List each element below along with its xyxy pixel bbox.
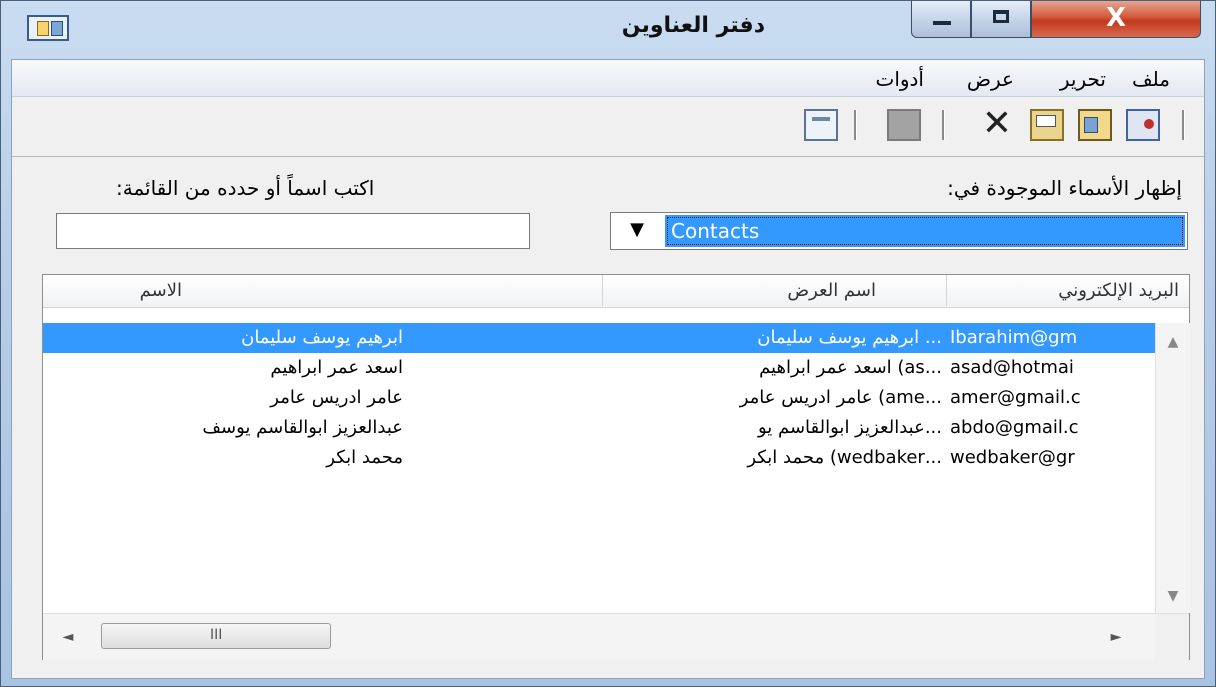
row-email: wedbaker@gr [950,447,1075,468]
address-book-window: دفتر العناوين X ملف تحرير عرض أدوات ✕ اك… [0,0,1216,687]
row-email: amer@gmail.c [950,387,1081,408]
title-bar[interactable]: دفتر العناوين X [1,1,1215,59]
maximize-icon [993,10,1009,23]
close-icon: X [1105,3,1127,33]
toolbar-separator [942,110,945,140]
scroll-left-icon[interactable]: ◄ [53,624,83,650]
client-area: ملف تحرير عرض أدوات ✕ اكتب اسماً أو حدده… [11,59,1205,679]
scroll-thumb[interactable]: III [101,623,331,649]
row-name: اسعد عمر ابراهيم [270,357,403,378]
vertical-scrollbar[interactable]: ▲ ▼ [1155,323,1190,613]
minimize-button[interactable] [911,1,971,38]
row-name: عامر ادريس عامر [270,387,403,408]
new-contact-icon[interactable] [1126,109,1160,141]
minimize-icon [933,21,951,25]
scroll-grip-icon: III [210,627,223,643]
menu-edit[interactable]: تحرير [1060,67,1106,91]
dropdown-arrow-icon[interactable]: ▼ [617,219,657,245]
list-row[interactable]: abdo@gmail.c ...عبدالعزيز ابوالقاسم يو ع… [43,413,1155,443]
print-icon[interactable] [804,109,838,141]
folder-dropdown[interactable]: ▼ Contacts [610,212,1188,250]
toolbar-separator [854,110,857,140]
row-email: asad@hotmai [950,357,1074,378]
scroll-up-icon[interactable]: ▲ [1156,329,1190,355]
list-row[interactable]: amer@gmail.c ...ame) عامر ادريس عامر عام… [43,383,1155,413]
row-display-name: ...as) اسعد عمر ابراهيم [759,357,942,378]
list-rows: Ibarahim@gm ... ابرهيم يوسف سليمان ابرهي… [43,323,1155,613]
search-label: اكتب اسماً أو حدده من القائمة: [116,176,375,200]
menu-view[interactable]: عرض [967,67,1014,91]
folder-label: إظهار الأسماء الموجودة في: [947,176,1182,200]
menu-file[interactable]: ملف [1132,67,1170,91]
row-name: عبدالعزيز ابوالقاسم يوسف [202,417,403,438]
scroll-right-icon[interactable]: ► [1101,624,1131,650]
toolbar-separator [1182,110,1185,140]
address-book-icon[interactable] [27,15,69,41]
list-row[interactable]: wedbaker@gr ...wedbaker) محمد ابكر محمد … [43,443,1155,473]
delete-icon[interactable]: ✕ [980,106,1014,142]
row-email: abdo@gmail.c [950,417,1079,438]
close-button[interactable]: X [1031,1,1201,38]
find-people-icon[interactable] [887,109,921,141]
new-group-icon[interactable] [1078,109,1112,141]
scrollbar-corner [1155,614,1189,660]
column-name[interactable]: الاسم [43,275,603,306]
maximize-button[interactable] [971,1,1031,38]
search-input[interactable] [56,213,530,249]
scroll-down-icon[interactable]: ▼ [1156,583,1190,609]
row-name: ابرهيم يوسف سليمان [241,327,403,348]
list-row[interactable]: asad@hotmai ...as) اسعد عمر ابراهيم اسعد… [43,353,1155,383]
horizontal-scrollbar[interactable]: ◄ III ► [43,613,1189,660]
row-display-name: ...ame) عامر ادريس عامر [739,387,942,408]
menu-tools[interactable]: أدوات [875,67,924,91]
menu-bar: ملف تحرير عرض أدوات [12,60,1204,97]
row-name: محمد ابكر [326,447,403,468]
toolbar: ✕ [12,98,1204,157]
row-display-name: ...عبدالعزيز ابوالقاسم يو [757,417,942,438]
column-display-name[interactable]: اسم العرض [603,275,947,306]
list-header: البريد الإلكتروني اسم العرض الاسم [43,275,1189,308]
properties-icon[interactable] [1030,109,1064,141]
contacts-list[interactable]: البريد الإلكتروني اسم العرض الاسم Ibarah… [42,274,1190,660]
row-email: Ibarahim@gm [950,327,1078,348]
row-display-name: ...wedbaker) محمد ابكر [747,447,942,468]
list-row[interactable]: Ibarahim@gm ... ابرهيم يوسف سليمان ابرهي… [43,323,1155,353]
folder-selected-value: Contacts [665,215,1185,247]
column-email[interactable]: البريد الإلكتروني [947,275,1189,306]
row-display-name: ... ابرهيم يوسف سليمان [757,327,942,348]
window-title: دفتر العناوين [621,13,765,38]
